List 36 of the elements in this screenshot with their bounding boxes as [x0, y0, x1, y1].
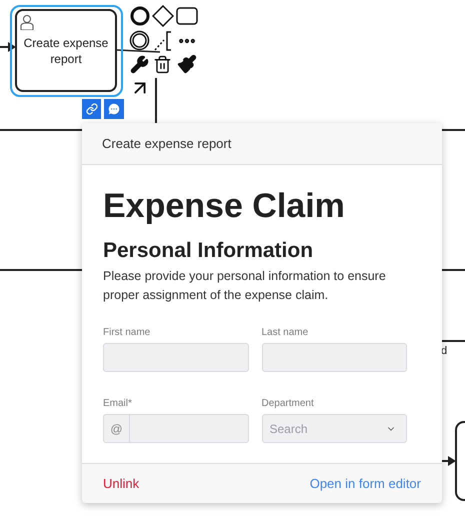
wrench-icon[interactable]: [130, 55, 149, 74]
popup-title: Create expense report: [102, 134, 232, 153]
section-heading: Personal Information: [103, 238, 314, 264]
gateway-icon[interactable]: [152, 5, 174, 27]
comment-button[interactable]: [104, 99, 124, 119]
text-field[interactable]: [262, 343, 407, 372]
field-label: Department: [262, 397, 315, 411]
start-event-icon[interactable]: [130, 6, 150, 26]
annotation-icon[interactable]: [154, 30, 172, 52]
link-button[interactable]: [82, 99, 101, 119]
task-icon[interactable]: [176, 7, 198, 25]
form-heading: Expense Claim: [103, 186, 346, 227]
comment-icon: [107, 102, 121, 116]
task-shape[interactable]: [455, 421, 465, 501]
paintbrush-icon[interactable]: [177, 54, 197, 74]
at-prefix: @: [104, 415, 130, 442]
field-label: First name: [103, 326, 152, 340]
sequence-flow: [116, 49, 160, 53]
lane-divider: [442, 340, 465, 342]
task-shape[interactable]: Create expense report: [15, 9, 117, 92]
field-label: Last name: [262, 326, 310, 340]
field-label: Email*: [103, 397, 133, 411]
lane-divider: [442, 269, 465, 271]
unlink-link[interactable]: Unlink: [103, 474, 140, 494]
department-select[interactable]: Search: [262, 414, 407, 443]
text-field[interactable]: [103, 343, 248, 372]
link-icon: [86, 103, 98, 115]
user-icon: [19, 14, 35, 30]
email-field[interactable]: @: [103, 414, 248, 443]
lane-divider: [442, 129, 465, 131]
trash-icon[interactable]: [153, 55, 172, 74]
open-form-editor-link[interactable]: Open in form editor: [310, 474, 421, 494]
sequence-flow: [442, 456, 456, 466]
section-description: Please provide your personal information to ensure proper assignment of the expense claim.: [103, 268, 387, 304]
intermediate-event-icon[interactable]: [129, 30, 150, 51]
task-name: Create expense report: [22, 34, 110, 66]
